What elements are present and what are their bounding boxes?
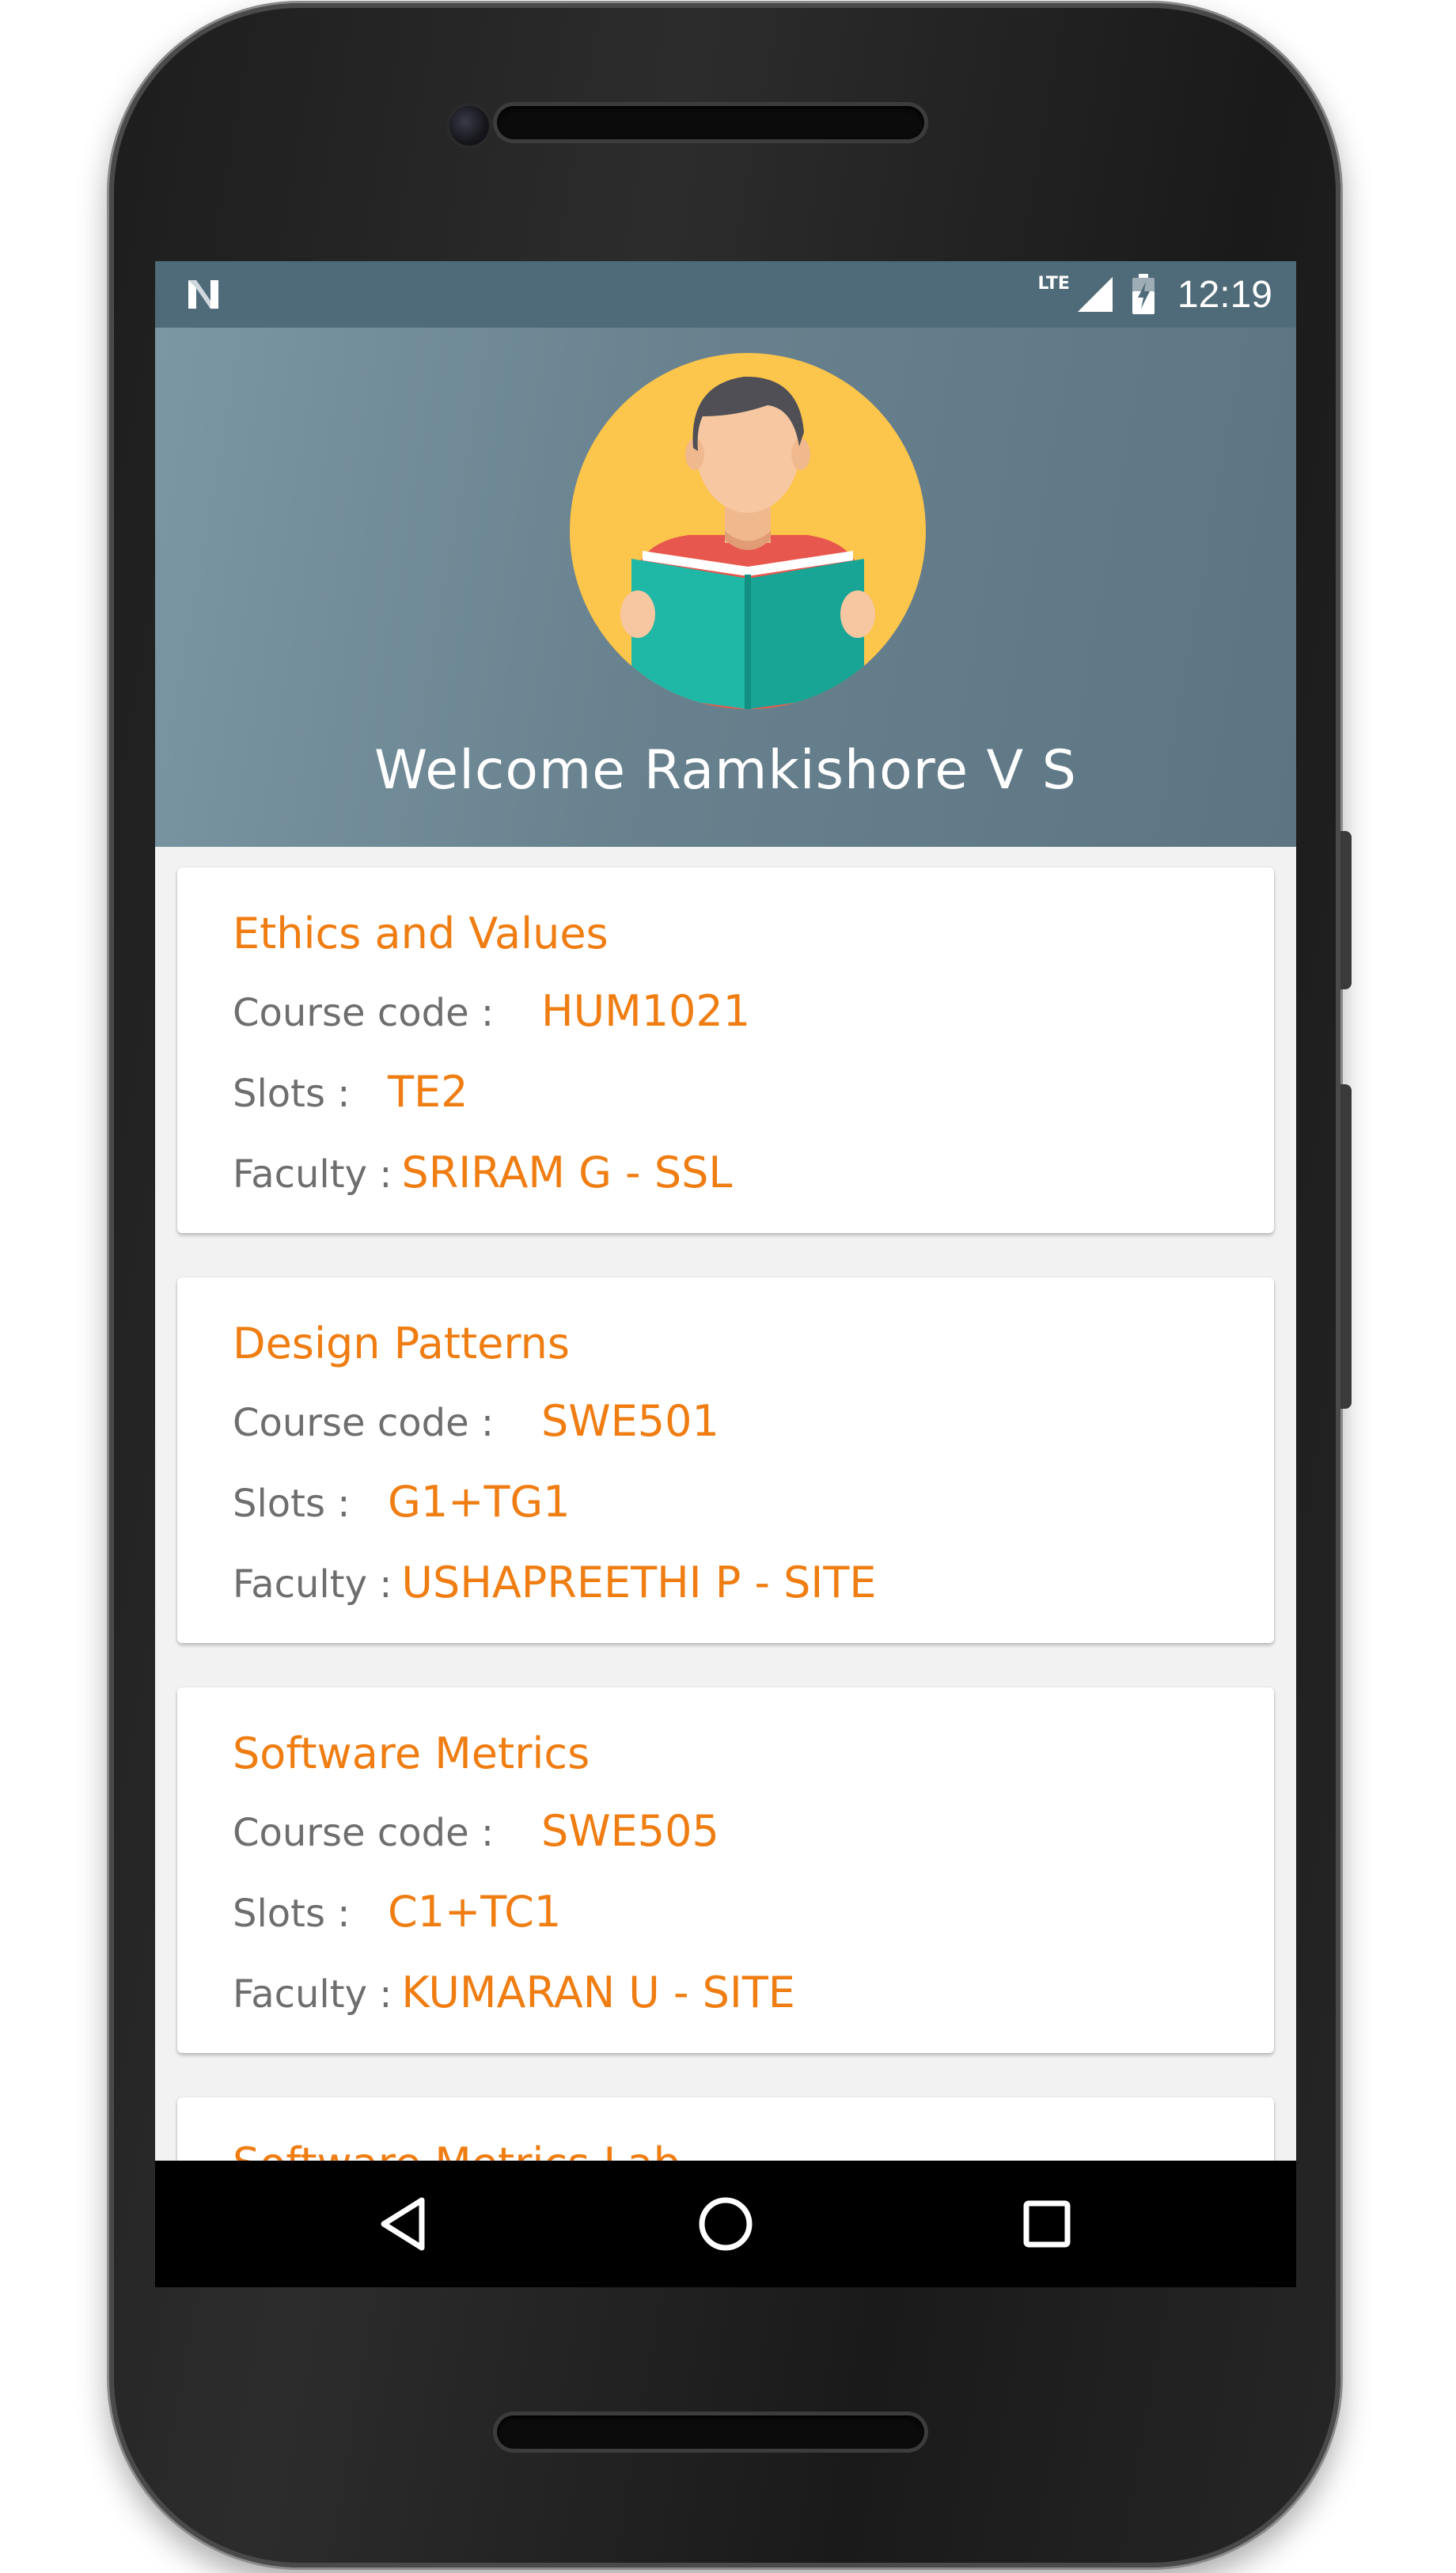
faculty-label: Faculty : — [233, 1972, 392, 2017]
faculty-row: Faculty : KUMARAN U - SITE — [233, 1968, 795, 2017]
course-code-value: SWE501 — [541, 1396, 719, 1446]
course-code-row: Course code : HUM1021 — [233, 986, 750, 1036]
slots-row: Slots : G1+TG1 — [233, 1477, 571, 1527]
slots-row: Slots : TE2 — [233, 1067, 468, 1117]
slots-value: TE2 — [388, 1067, 468, 1117]
student-reading-icon — [570, 353, 926, 709]
faculty-row: Faculty : SRIRAM G - SSL — [233, 1148, 732, 1197]
network-type: LTE — [1037, 273, 1070, 294]
status-bar: LTE 12:19 — [155, 261, 1296, 328]
course-code-value: HUM1021 — [541, 986, 751, 1036]
n-logo-icon — [188, 280, 218, 309]
faculty-label: Faculty : — [233, 1562, 392, 1607]
volume-button[interactable] — [1340, 1084, 1352, 1409]
course-title: Ethics and Values — [233, 909, 609, 958]
recents-square-icon[interactable] — [1015, 2192, 1079, 2256]
course-title: Design Patterns — [233, 1319, 571, 1368]
faculty-label: Faculty : — [233, 1152, 392, 1197]
course-card[interactable]: Design Patterns Course code : SWE501 Slo… — [177, 1277, 1274, 1643]
slots-label: Slots : — [233, 1072, 351, 1116]
course-code-row: Course code : SWE501 — [233, 1396, 719, 1446]
power-button[interactable] — [1340, 831, 1352, 989]
course-code-label: Course code : — [233, 1401, 495, 1445]
back-triangle-icon[interactable] — [373, 2192, 436, 2256]
course-code-label: Course code : — [233, 1811, 495, 1855]
home-circle-icon[interactable] — [694, 2192, 757, 2256]
screen: LTE 12:19 Welcome Ramkishore V S Ethics … — [155, 261, 1296, 2287]
slots-label: Slots : — [233, 1482, 351, 1526]
clock: 12:19 — [1177, 273, 1272, 316]
bottom-speaker — [497, 2416, 924, 2449]
course-code-row: Course code : SWE505 — [233, 1806, 719, 1856]
welcome-title: Welcome Ramkishore V S — [374, 739, 1077, 802]
faculty-row: Faculty : USHAPREETHI P - SITE — [233, 1558, 876, 1607]
course-title: Software Metrics — [233, 1729, 590, 1778]
course-card[interactable]: Ethics and Values Course code : HUM1021 … — [177, 867, 1274, 1233]
status-right: LTE 12:19 — [1037, 261, 1272, 328]
slots-value: G1+TG1 — [388, 1477, 571, 1527]
signal-icon — [1077, 277, 1113, 312]
faculty-value: SRIRAM G - SSL — [401, 1148, 733, 1197]
course-code-value: SWE505 — [541, 1806, 719, 1856]
slots-value: C1+TC1 — [388, 1887, 562, 1937]
slots-label: Slots : — [233, 1892, 351, 1936]
front-camera — [449, 106, 489, 146]
top-speaker — [497, 106, 924, 139]
course-list[interactable]: Ethics and Values Course code : HUM1021 … — [155, 847, 1296, 2287]
faculty-value: USHAPREETHI P - SITE — [401, 1558, 877, 1607]
battery-charging-icon — [1132, 274, 1155, 314]
course-code-label: Course code : — [233, 991, 495, 1035]
profile-header: Welcome Ramkishore V S — [155, 328, 1296, 847]
course-card[interactable]: Software Metrics Course code : SWE505 Sl… — [177, 1687, 1274, 2053]
faculty-value: KUMARAN U - SITE — [401, 1968, 795, 2017]
slots-row: Slots : C1+TC1 — [233, 1887, 561, 1937]
navigation-bar — [155, 2161, 1296, 2287]
